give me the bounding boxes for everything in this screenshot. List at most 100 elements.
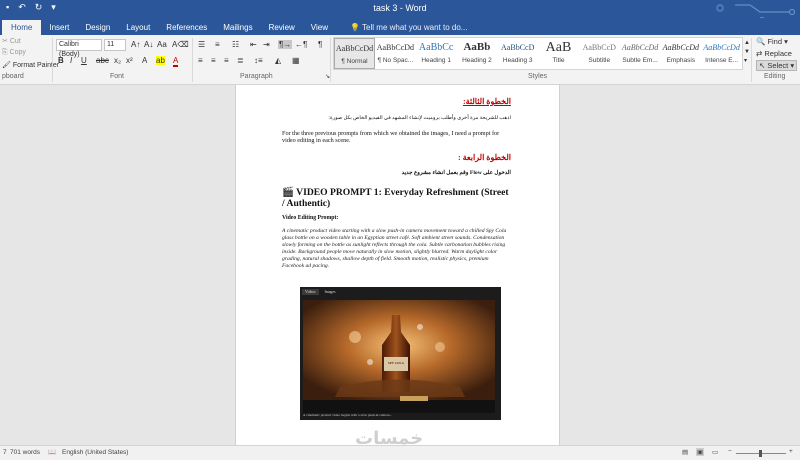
divider xyxy=(330,38,331,82)
page-content: الخطوة الثالثة: اذهب للشريحة مرة أخرى وأ… xyxy=(282,85,511,270)
multilevel-icon[interactable]: ☷ xyxy=(232,40,239,49)
style-subtle-emphasis[interactable]: AaBbCcDd Subtle Em... xyxy=(620,38,661,69)
justify-icon[interactable]: ≣ xyxy=(237,56,244,65)
subscript-icon[interactable]: x₂ xyxy=(114,56,121,65)
shading-icon[interactable]: ◭ xyxy=(275,56,281,65)
increase-indent-icon[interactable]: ⇥ xyxy=(263,40,270,49)
style-heading-3[interactable]: AaBbCcD Heading 3 xyxy=(497,38,538,69)
superscript-icon[interactable]: x² xyxy=(126,56,133,65)
prompt-paragraph: A cinematic product video starting with … xyxy=(282,228,507,269)
divider xyxy=(751,38,752,82)
zoom-in-icon[interactable]: + xyxy=(789,448,793,455)
bottle-label: SPY COLA xyxy=(388,361,404,365)
change-case-icon[interactable]: Aa xyxy=(157,40,167,49)
step4-heading: الخطوة الرابعة : xyxy=(457,152,511,162)
style-subtitle[interactable]: AaBbCcD Subtitle xyxy=(579,38,620,69)
strikethrough-icon[interactable]: abc xyxy=(96,56,109,65)
align-left-icon[interactable]: ≡ xyxy=(198,56,203,65)
search-icon: 🔍 xyxy=(756,37,766,46)
embedded-video-screenshot[interactable]: Videos Images SPY COLA A cinematic produ… xyxy=(300,287,501,420)
document-page[interactable]: الخطوة الثالثة: اذهب للشريحة مرة أخرى وأ… xyxy=(235,85,560,445)
clipboard-group-label: pboard xyxy=(2,73,24,80)
styles-scroll-icon[interactable]: ▲ ▼ ▾ xyxy=(744,39,750,66)
style-heading-2[interactable]: AaBb Heading 2 xyxy=(457,38,498,69)
line-spacing-icon[interactable]: ↕≡ xyxy=(254,56,263,65)
styles-group-label: Styles xyxy=(528,73,548,80)
tab-view[interactable]: View xyxy=(303,20,336,35)
font-name-box[interactable]: Calibri (Body) xyxy=(56,39,102,58)
tab-videos[interactable]: Videos xyxy=(302,289,319,295)
text-effects-icon[interactable]: A xyxy=(142,56,147,65)
show-marks-icon[interactable]: ¶ xyxy=(318,40,322,49)
document-area: الخطوة الثالثة: اذهب للشريحة مرة أخرى وأ… xyxy=(0,85,800,445)
format-painter-button[interactable]: 🖌 Format Painter xyxy=(2,61,59,69)
tab-insert[interactable]: Insert xyxy=(41,20,77,35)
borders-icon[interactable]: ▦ xyxy=(292,56,300,65)
shrink-font-icon[interactable]: A↓ xyxy=(144,40,153,49)
ltr-icon[interactable]: ¶→ xyxy=(278,40,293,49)
clear-format-icon[interactable]: A⌫ xyxy=(172,40,189,49)
divider xyxy=(192,38,193,82)
window-title: task 3 - Word xyxy=(373,3,427,13)
copy-button[interactable]: ⎘ Copy xyxy=(2,49,26,57)
cut-button[interactable]: ✂ Cut xyxy=(2,37,21,45)
web-layout-icon[interactable]: ▭ xyxy=(712,448,718,456)
tell-me-box[interactable]: 💡 Tell me what you want to do... xyxy=(350,20,467,35)
find-button[interactable]: 🔍 Find ▾ xyxy=(756,37,788,46)
style-normal[interactable]: AaBbCcDd ¶ Normal xyxy=(334,38,375,69)
bullets-icon[interactable]: ☰ xyxy=(198,40,205,49)
print-layout-icon[interactable]: ▣ xyxy=(696,448,705,456)
styles-gallery: AaBbCcDd ¶ Normal AaBbCcDd ¶ No Spac... Aa… xyxy=(333,37,743,70)
style-intense-emphasis[interactable]: AaBbCcDd Intense E... xyxy=(701,38,742,69)
style-heading-1[interactable]: AaBbCc Heading 1 xyxy=(416,38,457,69)
tab-review[interactable]: Review xyxy=(261,20,303,35)
tab-mailings[interactable]: Mailings xyxy=(215,20,260,35)
step3-heading: الخطوة الثالثة: xyxy=(462,97,511,106)
editing-group-label: Editing xyxy=(764,73,786,80)
bold-icon[interactable]: B xyxy=(58,56,64,65)
status-bar: 7 701 words 📖 English (United States) ▤ … xyxy=(0,445,800,460)
english-paragraph: For the three previous prompts from whic… xyxy=(282,129,500,145)
font-color-icon[interactable]: A xyxy=(173,56,179,67)
step4-text: الدخول على Flow وقم بعمل انشاء مشروع جدي… xyxy=(401,169,511,176)
decrease-indent-icon[interactable]: ⇤ xyxy=(250,40,257,49)
tab-images[interactable]: Images xyxy=(322,289,339,295)
zoom-out-icon[interactable]: − xyxy=(728,448,732,455)
align-center-icon[interactable]: ≡ xyxy=(211,56,216,65)
read-mode-icon[interactable]: ▤ xyxy=(682,448,688,456)
language-indicator[interactable]: English (United States) xyxy=(62,449,128,456)
divider xyxy=(52,38,53,82)
ribbon: ✂ Cut ⎘ Copy 🖌 Format Painter pboard Cal… xyxy=(0,35,800,85)
underline-icon[interactable]: U xyxy=(81,56,87,65)
style-emphasis[interactable]: AaBbCcDd Emphasis xyxy=(660,38,701,69)
tab-layout[interactable]: Layout xyxy=(118,20,158,35)
paragraph-group-label: Paragraph xyxy=(240,73,273,80)
lightbulb-icon: 💡 xyxy=(350,23,363,32)
italic-icon[interactable]: I xyxy=(70,56,72,65)
page-indicator-icon[interactable]: 7 xyxy=(3,449,7,456)
replace-button[interactable]: ⇄ Replace xyxy=(756,49,792,58)
font-group-label: Font xyxy=(110,73,125,80)
tab-references[interactable]: References xyxy=(158,20,215,35)
highlight-icon[interactable]: ab xyxy=(156,56,165,65)
tab-home[interactable]: Home xyxy=(2,20,42,35)
style-title[interactable]: AaB Title xyxy=(538,38,579,69)
word-count[interactable]: 701 words xyxy=(10,449,40,456)
proofing-icon[interactable]: 📖 xyxy=(48,448,56,456)
font-size-box[interactable]: 11 xyxy=(104,39,126,51)
video-caption: A cinematic product video begins with a … xyxy=(303,413,393,417)
style-no-spacing[interactable]: AaBbCcDd ¶ No Spac... xyxy=(375,38,416,69)
align-right-icon[interactable]: ≡ xyxy=(224,56,229,65)
video-image xyxy=(300,287,501,420)
title-bar: ▪ ↶ ↻ ▾ task 3 - Word xyxy=(0,0,800,18)
numbering-icon[interactable]: ≡ xyxy=(215,40,220,49)
grow-font-icon[interactable]: A↑ xyxy=(131,40,140,49)
zoom-thumb[interactable] xyxy=(759,450,762,457)
cursor-icon: ↖ xyxy=(759,61,766,70)
ribbon-tabs: Home Insert Design Layout References Mai… xyxy=(0,18,800,35)
video-prompt-heading: 🎬 VIDEO PROMPT 1: Everyday Refreshment (… xyxy=(282,187,509,210)
rtl-icon[interactable]: ←¶ xyxy=(295,40,307,49)
step3-text: اذهب للشريحة مرة أخرى وأطلب بروميت لإنشا… xyxy=(328,115,511,121)
tab-design[interactable]: Design xyxy=(77,20,118,35)
select-button[interactable]: ↖ Select ▾ xyxy=(756,60,798,71)
